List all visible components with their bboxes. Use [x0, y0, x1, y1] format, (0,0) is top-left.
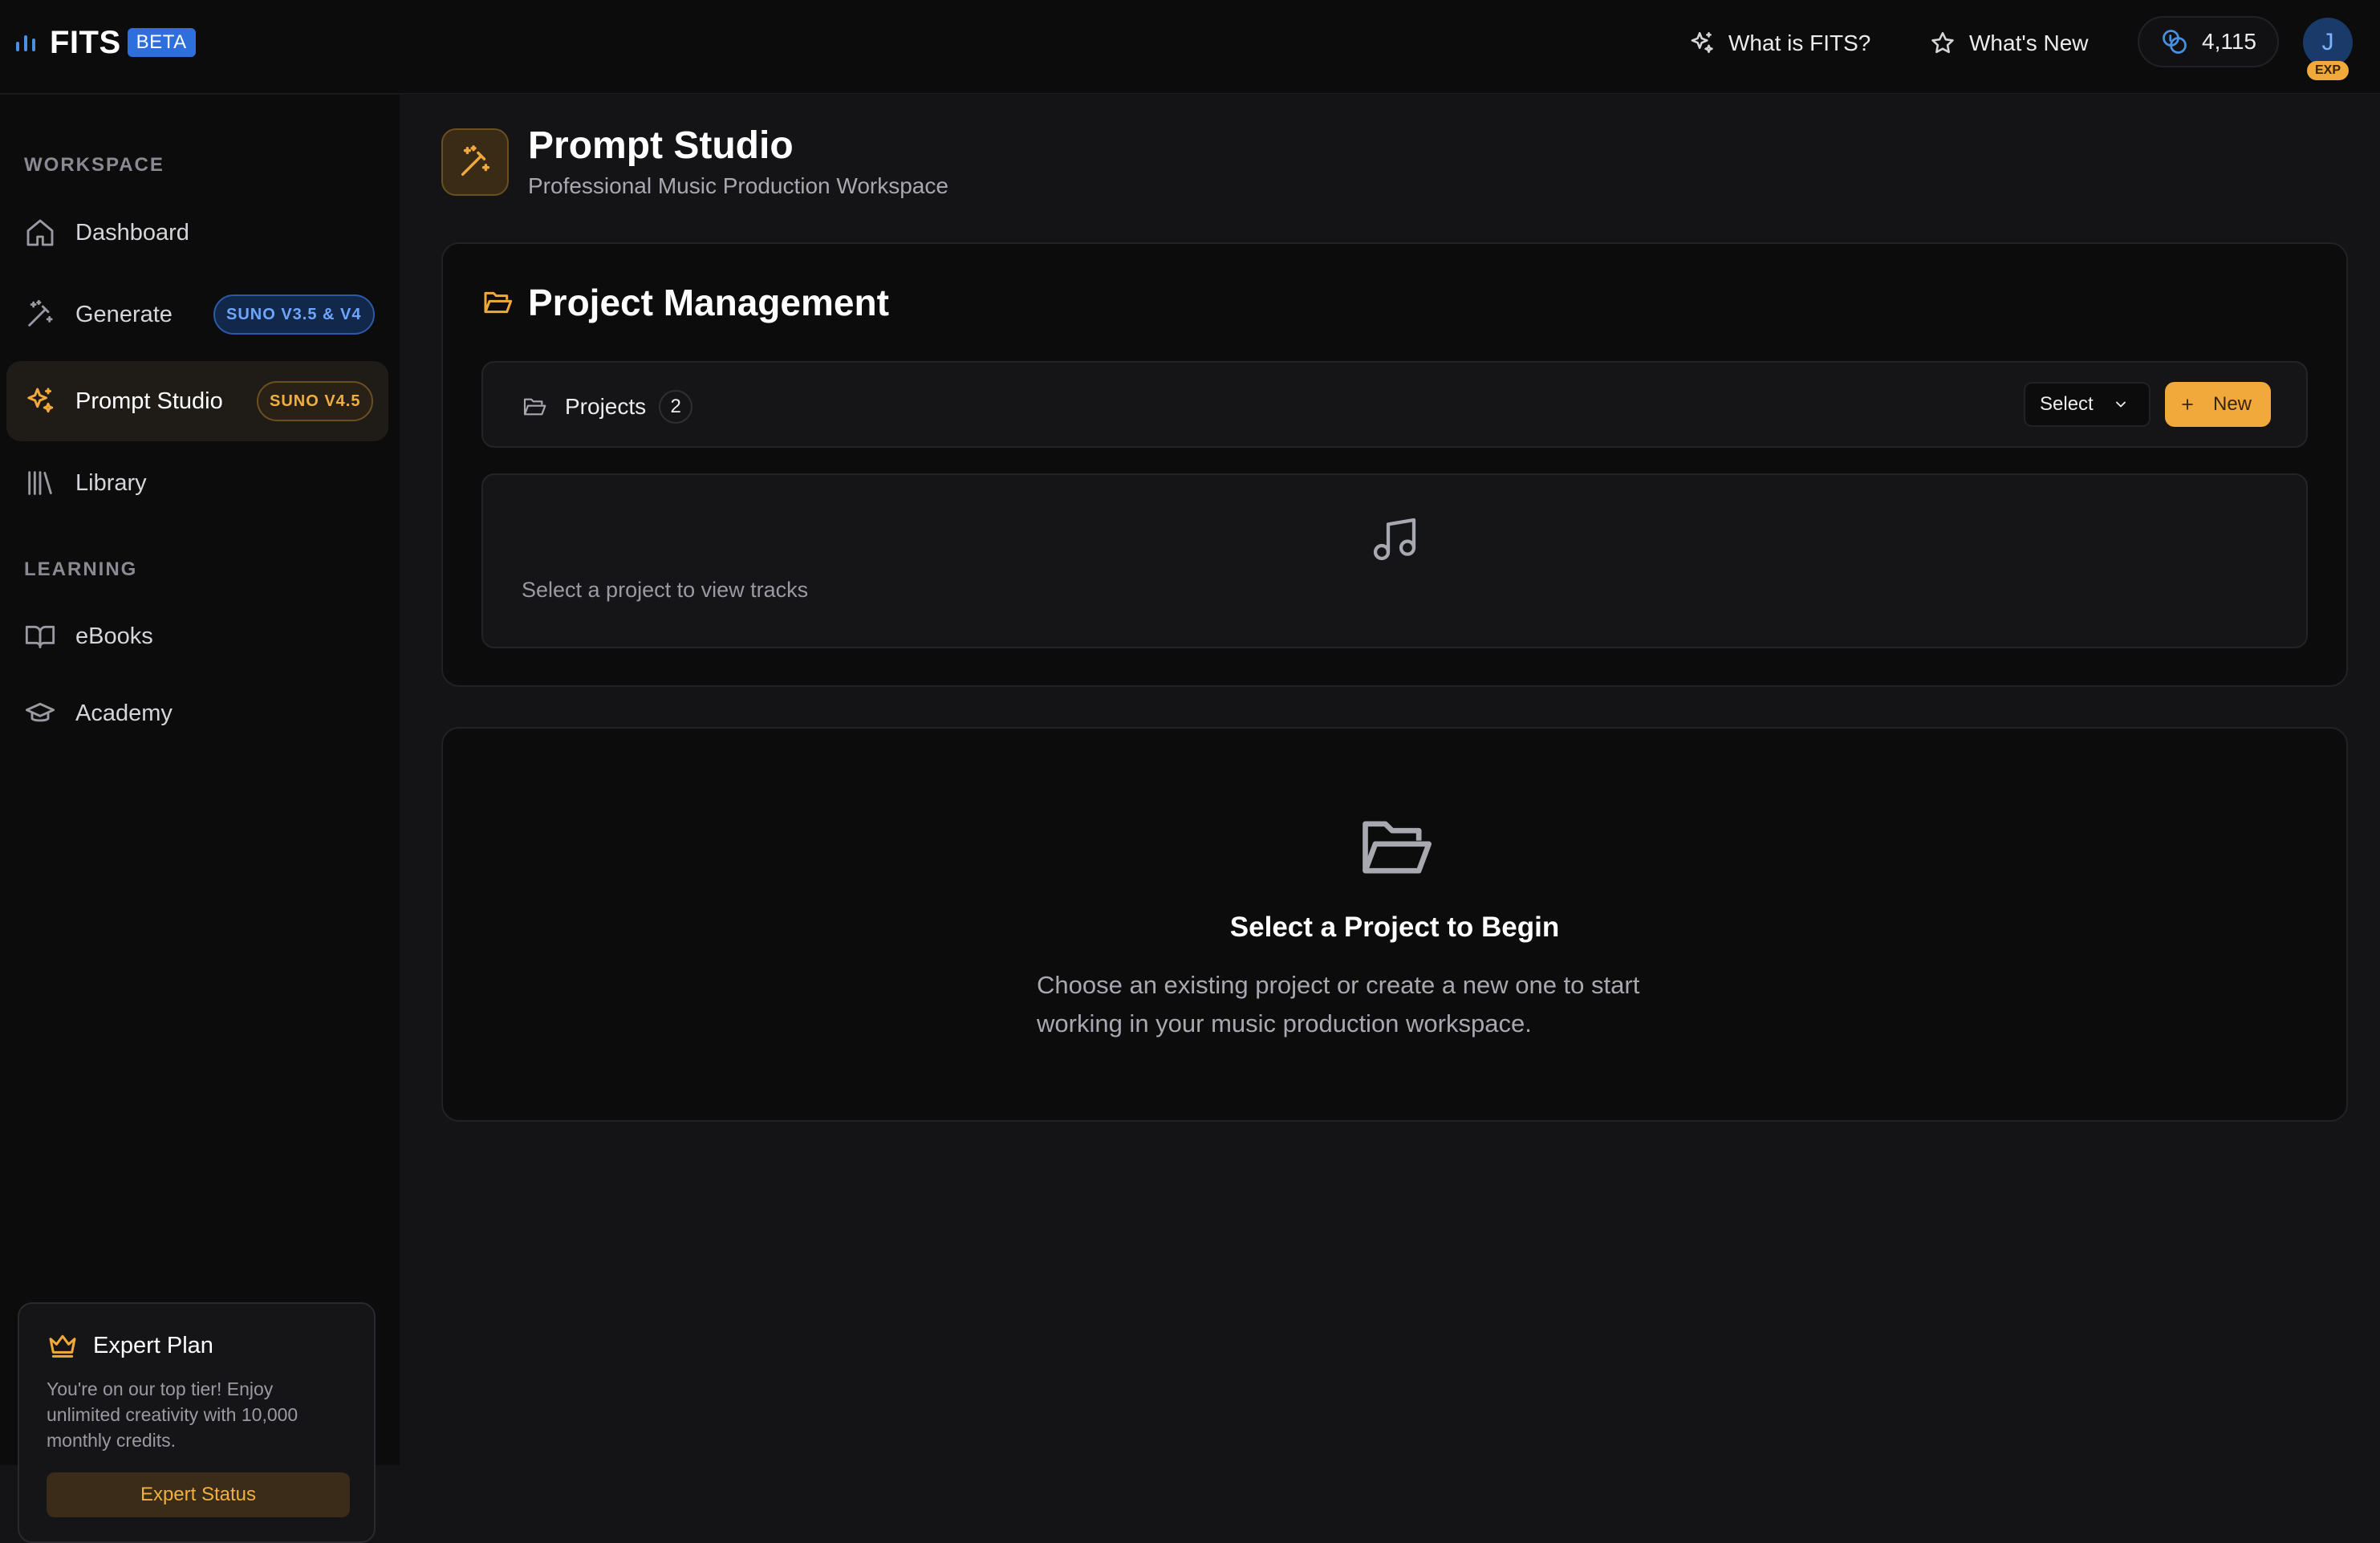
- what-is-fits-link[interactable]: What is FITS?: [1688, 21, 1870, 66]
- beta-badge: BETA: [127, 28, 196, 57]
- sidebar-item-label: Academy: [75, 700, 173, 726]
- coins-icon: [2160, 27, 2189, 56]
- chevron-down-icon: [2113, 396, 2129, 412]
- empty-state-description: Choose an existing project or create a n…: [1037, 971, 1640, 1037]
- sparkle-icon: [1688, 30, 1716, 57]
- select-label: Select: [2040, 393, 2094, 415]
- avatar-exp-badge: EXP: [2307, 61, 2349, 80]
- project-management-title: Project Management: [528, 282, 889, 323]
- version-badge: SUNO V3.5 & V4: [213, 294, 375, 335]
- section-label-learning: LEARNING: [24, 558, 138, 580]
- sparkle-icon: [24, 385, 56, 417]
- user-avatar[interactable]: J: [2303, 18, 2353, 67]
- empty-state-card: Select a Project to Begin Choose an exis…: [441, 727, 2348, 1122]
- project-management-heading: Project Management: [481, 281, 889, 324]
- tracks-panel: Select a project to view tracks: [481, 473, 2308, 648]
- credits-value: 4,115: [2202, 29, 2256, 54]
- sidebar-item-label: eBooks: [75, 623, 153, 649]
- sidebar-item-label: Generate: [75, 301, 173, 327]
- prompt-studio-header-icon: [441, 128, 509, 196]
- sidebar-item-academy[interactable]: Academy: [6, 673, 388, 753]
- sidebar-item-label: Prompt Studio: [75, 388, 223, 414]
- book-icon: [24, 620, 56, 652]
- new-label: New: [2213, 393, 2252, 415]
- credits-balance[interactable]: 4,115: [2138, 16, 2279, 67]
- projects-header: Projects 2: [522, 390, 693, 424]
- crown-icon: [47, 1330, 79, 1362]
- sidebar-item-library[interactable]: Library: [6, 443, 388, 523]
- plus-icon: [2179, 396, 2195, 412]
- folder-open-icon: [522, 394, 547, 420]
- sidebar-item-prompt-studio[interactable]: Prompt Studio SUNO V4.5: [6, 361, 388, 441]
- top-bar: FITS BETA What is FITS? What's New 4,115…: [0, 0, 2380, 94]
- sidebar-item-generate[interactable]: Generate SUNO V3.5 & V4: [6, 274, 388, 355]
- whats-new-label: What's New: [1969, 30, 2089, 55]
- sidebar-item-label: Dashboard: [75, 219, 189, 246]
- section-label-workspace: WORKSPACE: [24, 154, 164, 176]
- new-project-button[interactable]: New: [2165, 382, 2271, 427]
- sidebar-item-dashboard[interactable]: Dashboard: [6, 193, 388, 273]
- project-select-dropdown[interactable]: Select: [2024, 382, 2151, 427]
- brand-name: FITS: [50, 24, 121, 60]
- project-management-card: Project Management Projects 2 Select New…: [441, 242, 2348, 687]
- avatar-initial: J: [2321, 29, 2334, 55]
- sidebar-item-label: Library: [75, 469, 147, 496]
- projects-count-badge: 2: [659, 390, 693, 424]
- projects-bar: Projects 2 Select New: [481, 361, 2308, 448]
- sidebar-item-ebooks[interactable]: eBooks: [6, 596, 388, 676]
- projects-label: Projects: [565, 394, 647, 419]
- library-icon: [24, 467, 56, 499]
- graduation-cap-icon: [24, 697, 56, 729]
- brand-logo[interactable]: FITS BETA: [16, 24, 196, 61]
- version-badge: SUNO V4.5: [257, 381, 374, 421]
- whats-new-link[interactable]: What's New: [1929, 21, 2089, 66]
- plan-title: Expert Plan: [47, 1330, 213, 1362]
- wand-icon: [461, 145, 490, 177]
- star-icon: [1929, 30, 1956, 57]
- brand-bars-icon: [16, 34, 35, 51]
- tracks-placeholder: Select a project to view tracks: [522, 578, 809, 602]
- plan-title-label: Expert Plan: [93, 1332, 213, 1358]
- wand-icon: [24, 298, 56, 331]
- plan-card: Expert Plan You're on our top tier! Enjo…: [18, 1302, 376, 1543]
- what-is-fits-label: What is FITS?: [1728, 30, 1871, 55]
- expert-status-button[interactable]: Expert Status: [47, 1472, 350, 1517]
- folder-open-icon: [481, 286, 514, 319]
- home-icon: [24, 217, 56, 249]
- plan-description: You're on our top tier! Enjoy unlimited …: [47, 1379, 299, 1451]
- page-subtitle: Professional Music Production Workspace: [528, 173, 948, 198]
- sidebar: WORKSPACE Dashboard Generate SUNO V3.5 &…: [0, 95, 400, 1543]
- page-title: Prompt Studio: [528, 124, 794, 167]
- empty-state-title: Select a Project to Begin: [1229, 912, 1560, 943]
